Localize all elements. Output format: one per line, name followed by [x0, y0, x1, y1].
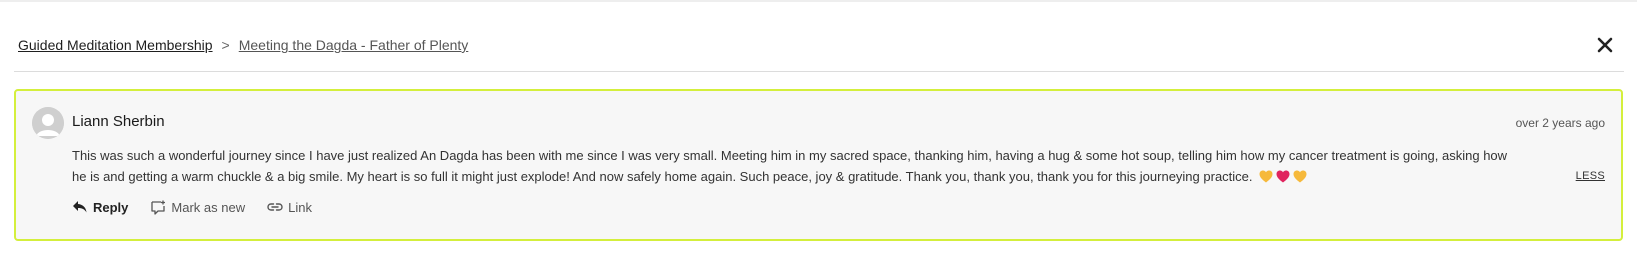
comment-text: This was such a wonderful journey since … [72, 148, 1508, 184]
yellow-heart-icon [1293, 168, 1307, 189]
comment-actions: Reply Mark as new Link [72, 197, 334, 217]
breadcrumb: Guided Meditation Membership > Meeting the… [18, 36, 468, 54]
mark-as-new-label: Mark as new [171, 199, 246, 215]
comment-body: This was such a wonderful journey since … [72, 145, 1522, 189]
modal-header: Guided Meditation Membership > Meeting the… [14, 24, 1624, 72]
breadcrumb-root-link[interactable]: Guided Meditation Membership [18, 37, 213, 53]
comment-timestamp: over 2 years ago [1515, 116, 1605, 130]
show-less-link[interactable]: LESS [1576, 166, 1605, 187]
reply-label: Reply [93, 199, 129, 215]
mark-new-icon [151, 200, 166, 215]
red-heart-icon [1276, 168, 1290, 189]
top-divider [0, 0, 1637, 2]
breadcrumb-current-link[interactable]: Meeting the Dagda - Father of Plenty [239, 37, 469, 53]
reply-icon [73, 201, 87, 213]
comment-card: Liann Sherbin over 2 years ago This was … [14, 89, 1623, 241]
user-placeholder-icon [32, 107, 64, 139]
link-button[interactable]: Link [267, 200, 312, 215]
mark-as-new-button[interactable]: Mark as new [150, 200, 245, 215]
link-icon [267, 203, 283, 211]
close-button[interactable] [1594, 34, 1616, 56]
yellow-heart-icon [1259, 168, 1273, 189]
breadcrumb-separator: > [221, 37, 230, 53]
comment-modal: Guided Meditation Membership > Meeting the… [0, 0, 1637, 263]
link-label: Link [288, 199, 312, 215]
close-icon [1597, 37, 1613, 53]
comment-author: Liann Sherbin [72, 113, 165, 130]
reply-button[interactable]: Reply [72, 200, 128, 215]
avatar [32, 107, 64, 139]
